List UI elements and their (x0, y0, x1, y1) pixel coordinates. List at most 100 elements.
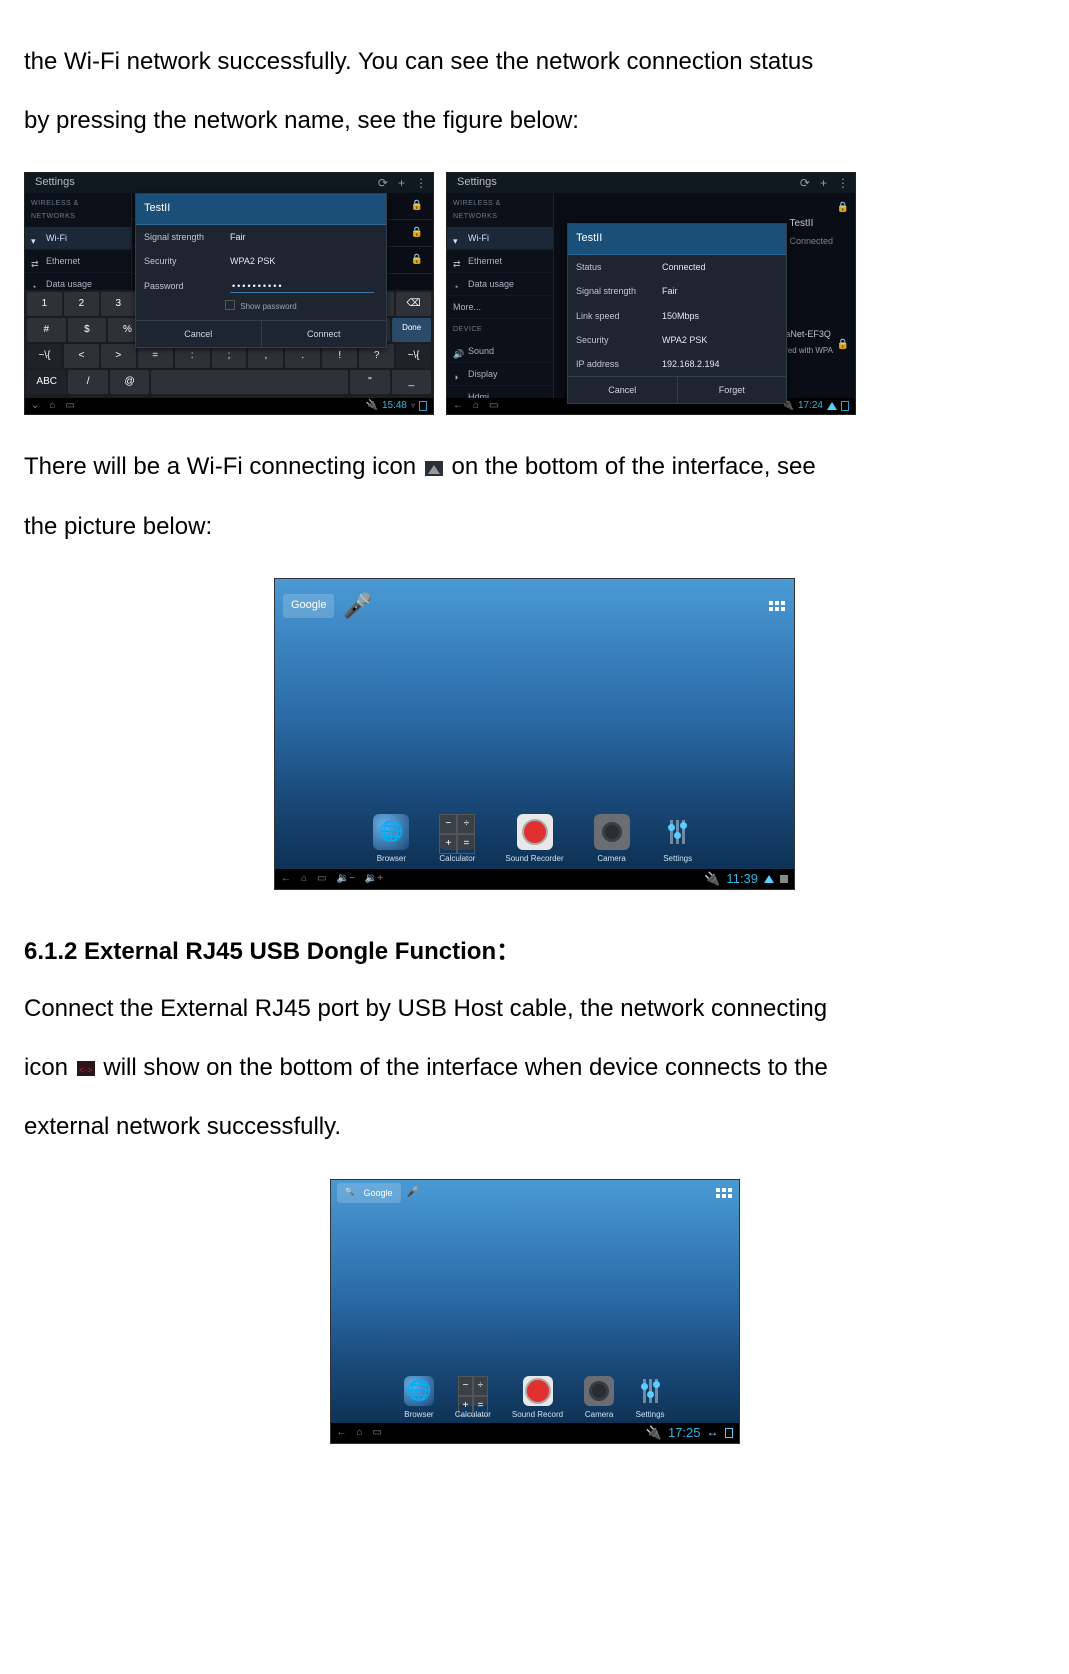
label-security: Security (576, 332, 654, 348)
wifi-icon (827, 402, 837, 410)
text: the picture below: (24, 513, 212, 540)
back-icon[interactable]: ← (281, 870, 291, 888)
menu-icon[interactable]: ⋮ (415, 173, 427, 195)
dock-settings[interactable]: Settings (660, 814, 696, 866)
password-input[interactable] (230, 280, 374, 293)
section-heading-rj45: 6.1.2 External RJ45 USB Dongle Function： (24, 930, 1045, 973)
home-icon[interactable]: ⌂ (357, 1424, 363, 1442)
add-icon[interactable]: + (398, 173, 405, 195)
key[interactable]: $ (68, 318, 107, 342)
key[interactable]: ~\{ (396, 344, 431, 368)
system-navbar: ← ⌂ ▭ 🔌 17:25 ↔ (331, 1423, 739, 1443)
forget-button[interactable]: Forget (678, 377, 787, 403)
key[interactable]: > (101, 344, 136, 368)
lock-icon: 🔒 (837, 336, 849, 354)
dock-calculator[interactable]: −÷+=Calculator (455, 1376, 491, 1422)
sidebar-item-display[interactable]: ◑Display (447, 363, 553, 386)
key[interactable]: @ (110, 370, 149, 394)
key[interactable]: 2 (64, 292, 99, 316)
dialog-title: TestII (136, 194, 386, 225)
recent-apps-icon[interactable]: ▭ (489, 397, 498, 415)
dock-browser[interactable]: 🌐Browser (373, 814, 409, 866)
display-icon: ◑ (453, 369, 463, 379)
sidebar-item-data-usage[interactable]: ◔Data usage (447, 273, 553, 296)
text: external network successfully. (24, 1113, 341, 1140)
key[interactable]: " (350, 370, 389, 394)
status-area[interactable]: 🔌 11:39 (704, 867, 788, 890)
dock-browser[interactable]: 🌐Browser (404, 1376, 434, 1422)
recent-apps-icon[interactable]: ▭ (317, 870, 326, 888)
selected-network-header[interactable]: TestII Connected (789, 215, 833, 249)
keyboard-hide-icon[interactable]: ⌄ (31, 397, 39, 415)
label-linkspeed: Link speed (576, 308, 654, 324)
sidebar-item-wifi[interactable]: ▾Wi-Fi (25, 227, 131, 250)
key[interactable]: 3 (101, 292, 136, 316)
rj45-paragraph: Connect the External RJ45 port by USB Ho… (24, 987, 1045, 1149)
google-search[interactable]: 🔍 Google (337, 1183, 401, 1203)
label-status: Status (576, 259, 654, 275)
dock-sound-recorder[interactable]: Sound Recorder (505, 814, 563, 866)
home-icon[interactable]: ⌂ (473, 397, 479, 415)
refresh-icon[interactable]: ⟳ (378, 173, 388, 195)
google-search[interactable]: Google (283, 594, 334, 618)
connect-button[interactable]: Connect (262, 321, 387, 347)
status-area[interactable]: 🔌 15:48 ▿ (366, 397, 428, 415)
text: Connect the External RJ45 port by USB Ho… (24, 995, 827, 1022)
space-key[interactable] (151, 370, 348, 394)
cancel-button[interactable]: Cancel (136, 321, 262, 347)
key[interactable]: # (27, 318, 66, 342)
sidebar-item-wifi[interactable]: ▾Wi-Fi (447, 227, 553, 250)
usb-icon: 🔌 (704, 867, 720, 890)
status-area[interactable]: 🔌 17:25 ↔ (646, 1421, 733, 1444)
back-icon[interactable]: ← (337, 1424, 347, 1442)
label-security: Security (144, 253, 222, 269)
sidebar-item-sound[interactable]: 🔊Sound (447, 340, 553, 363)
label-ip: IP address (576, 356, 654, 372)
abc-key[interactable]: ABC (27, 370, 66, 394)
key[interactable]: _ (392, 370, 431, 394)
key[interactable]: 1 (27, 292, 62, 316)
app-drawer-icon[interactable] (715, 1184, 733, 1202)
add-icon[interactable]: + (820, 173, 827, 195)
home-icon[interactable]: ⌂ (301, 870, 307, 888)
back-icon[interactable]: ← (453, 397, 463, 415)
done-key[interactable]: Done (392, 318, 431, 342)
settings-sidebar: WIRELESS & NETWORKS ▾Wi-Fi ⇄Ethernet ◔Da… (447, 193, 554, 414)
voice-search-icon[interactable]: 🎤 (342, 585, 372, 628)
sidebar-item-ethernet[interactable]: ⇄Ethernet (25, 250, 131, 273)
refresh-icon[interactable]: ⟳ (800, 173, 810, 195)
show-password-checkbox[interactable]: Show password (136, 298, 386, 320)
voice-search-icon[interactable]: 🎤 (407, 1184, 419, 1202)
volume-down-icon[interactable]: 🔉− (337, 870, 355, 888)
menu-icon[interactable]: ⋮ (837, 173, 849, 195)
volume-up-icon[interactable]: 🔉+ (365, 870, 383, 888)
battery-icon (419, 401, 427, 411)
dock-settings[interactable]: Settings (635, 1376, 665, 1422)
recent-apps-icon[interactable]: ▭ (373, 1424, 382, 1442)
value-security: WPA2 PSK (230, 253, 378, 269)
settings-title: Settings (457, 173, 497, 193)
download-icon (780, 875, 788, 883)
cancel-button[interactable]: Cancel (568, 377, 678, 403)
dock-calculator[interactable]: −÷+=Calculator (439, 814, 475, 866)
key[interactable]: < (64, 344, 99, 368)
backspace-key[interactable]: ⌫ (396, 292, 431, 316)
sidebar-item-more[interactable]: More... (447, 296, 553, 319)
sidebar-item-ethernet[interactable]: ⇄Ethernet (447, 250, 553, 273)
app-drawer-icon[interactable] (768, 597, 786, 615)
dock-sound-recorder[interactable]: Sound Record (512, 1376, 563, 1422)
wifi-icon-paragraph: There will be a Wi-Fi connecting icon on… (24, 445, 1045, 547)
dock-camera[interactable]: Camera (584, 1376, 614, 1422)
status-area[interactable]: 🔌 17:24 (782, 397, 849, 415)
settings-screenshots-row: Settings ⟳ + ⋮ WIRELESS & NETWORKS ▾Wi-F… (24, 172, 1045, 415)
dock: 🌐Browser −÷+=Calculator Sound Recorder C… (275, 814, 794, 866)
recent-apps-icon[interactable]: ▭ (65, 397, 74, 415)
dock-camera[interactable]: Camera (594, 814, 630, 866)
home-icon[interactable]: ⌂ (49, 397, 55, 415)
key[interactable]: ~\{ (27, 344, 62, 368)
topbar-icons: ⟳ + ⋮ (800, 173, 849, 195)
key[interactable]: / (68, 370, 107, 394)
recorder-icon (523, 1376, 553, 1406)
usb-icon: 🔌 (646, 1421, 662, 1444)
wifi-status-screenshot: Settings ⟳ + ⋮ WIRELESS & NETWORKS ▾Wi-F… (446, 172, 856, 415)
